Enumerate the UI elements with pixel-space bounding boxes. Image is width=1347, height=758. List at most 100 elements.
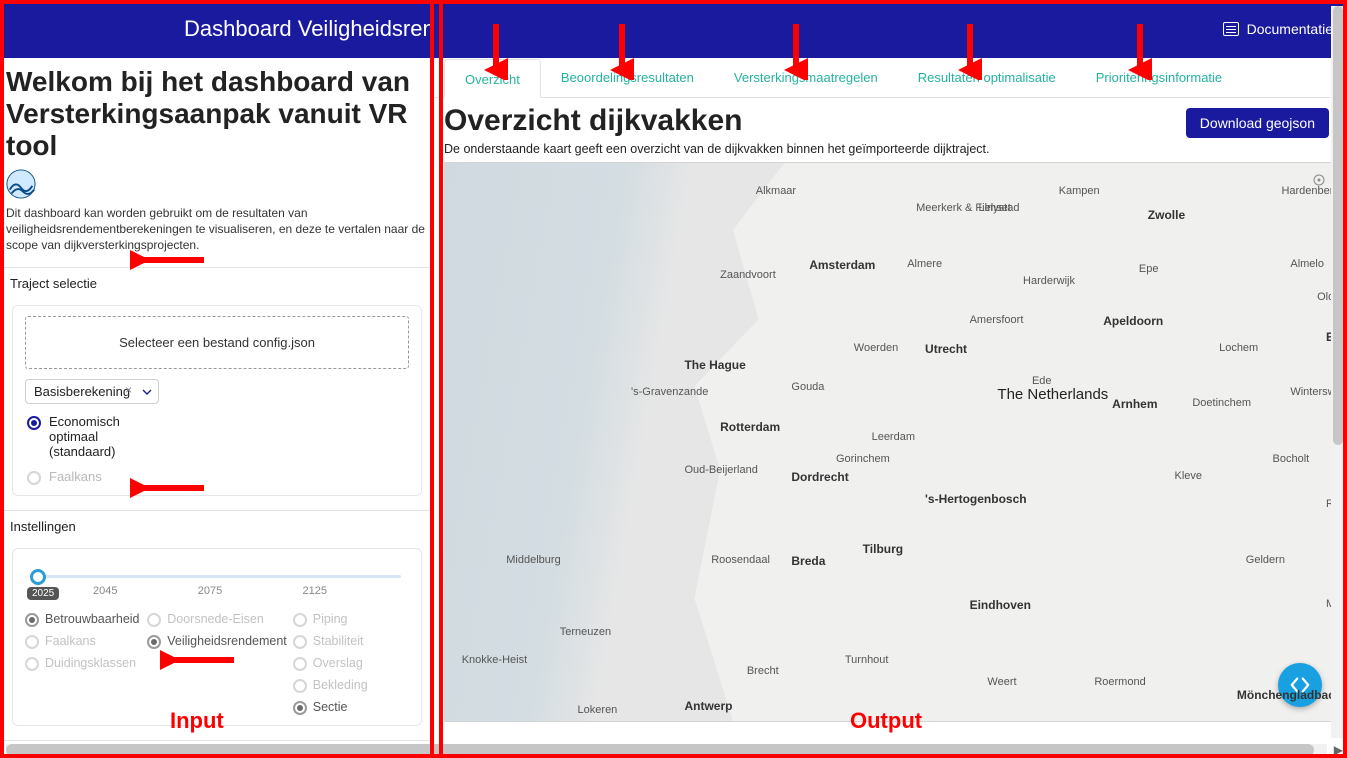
city-label: Winterswijk [1290,386,1337,398]
city-label: Turnhout [845,654,889,666]
output-panel: Documentatie Overzicht Beoordelingsresul… [434,0,1347,758]
slider-marks: 2045 2075 2125 [27,585,407,597]
city-label: Epe [1139,263,1159,275]
city-label: Roosendaal [711,554,770,566]
city-label: Amsterdam [809,258,875,272]
map-land [694,163,1336,721]
city-label: Middelburg [506,554,560,566]
city-label: Dordrecht [791,470,848,484]
radio-dot-icon [293,635,307,649]
radio-dot-icon [293,679,307,693]
city-label: Zwolle [1148,208,1185,222]
city-label: Eindhoven [970,598,1031,612]
city-label: Mönchengladbach [1237,688,1337,702]
section-header-instellingen[interactable]: Instellingen [0,510,434,542]
welcome-heading: Welkom bij het dashboard van Versterking… [0,66,434,199]
tab-beoordelingsresultaten[interactable]: Beoordelingsresultaten [541,58,714,97]
city-label: Almere [907,258,942,270]
city-label: Lelystad [979,202,1020,214]
city-label: Lokeren [578,704,618,716]
city-label: Woerden [854,342,898,354]
city-label: Hardenberg [1281,185,1337,197]
document-icon [1223,22,1239,36]
city-label: Harderwijk [1023,275,1075,287]
city-label: Terneuzen [560,626,611,638]
country-label: The Netherlands [997,386,1108,403]
opt-doorsnede-eisen[interactable]: Doorsnede-Eisen [147,611,287,627]
slider-mark: 2125 [303,585,327,597]
city-label: Ede [1032,375,1052,387]
section-header-maatregelen[interactable]: Maatregelen optimalisatie [0,740,434,742]
city-label: Tilburg [863,542,903,556]
slider-thumb[interactable] [30,569,46,585]
radio-faalkans[interactable]: Faalkans [27,469,409,485]
radio-dot-icon [147,635,161,649]
opt-stabiliteit[interactable]: Stabiliteit [293,633,409,649]
section-header-traject[interactable]: Traject selectie [0,267,434,299]
radio-economisch-optimaal[interactable]: Economisch optimaal (standaard) [27,414,409,459]
city-label: Lochem [1219,342,1258,354]
city-label: Antwerp [684,699,732,713]
radio-dot-icon [293,613,307,627]
horizontal-scrollbar[interactable]: ▶ [6,744,1327,756]
radio-dot-icon [293,701,307,715]
opt-overslag[interactable]: Overslag [293,655,409,671]
page-subtitle: De onderstaande kaart geeft een overzich… [444,142,1337,156]
city-label: Leerdam [872,431,915,443]
tab-prioriteringsinformatie[interactable]: Prioriteringsinformatie [1076,58,1242,97]
input-panel: Dashboard Veiligheidsrendement Welkom bi… [0,0,434,758]
city-label: Knokke-Heist [462,654,527,666]
documentation-label: Documentatie [1247,21,1333,37]
calculation-select-value: Basisberekening [34,384,130,399]
calculation-select[interactable]: Basisberekening × [25,379,159,404]
opt-betrouwbaarheid[interactable]: Betrouwbaarheid [25,611,141,627]
radio-dot-icon [27,416,41,430]
documentation-link[interactable]: Documentatie [1223,21,1333,37]
slider-mark: 2075 [198,585,222,597]
map-view[interactable]: The Netherlands Alkmaar Zaandvoort Amsterd… [444,162,1337,722]
opt-veiligheidsrendement[interactable]: Veiligheidsrendement [147,633,287,649]
opt-faalkans[interactable]: Faalkans [25,633,141,649]
slider-mark: 2045 [93,585,117,597]
city-label: Kleve [1175,470,1203,482]
radio-dot-icon [25,635,39,649]
radio-dot-icon [25,613,39,627]
city-label: Almelo [1290,258,1324,270]
options-grid: Betrouwbaarheid Doorsnede-Eisen Piping F… [25,611,409,715]
city-label: Doetinchem [1192,397,1251,409]
instellingen-card: 2025 2045 2075 2125 Betrouwbaarheid Door… [12,548,422,726]
header-bar-left: Dashboard Veiligheidsrendement [0,0,434,58]
city-label: Rotterdam [720,420,780,434]
vertical-scrollbar[interactable] [1331,6,1345,738]
city-label: Apeldoorn [1103,314,1163,328]
radio-dot-icon [27,471,41,485]
clear-select-icon[interactable]: × [125,383,132,397]
city-label: Gorinchem [836,453,890,465]
city-label: Breda [791,554,825,568]
tab-resultaten-optimalisatie[interactable]: Resultaten optimalisatie [898,58,1076,97]
opt-sectie[interactable]: Sectie [293,699,409,715]
slider-track [33,575,401,578]
opt-duidingsklassen[interactable]: Duidingsklassen [25,655,141,671]
year-slider[interactable]: 2025 2045 2075 2125 [27,563,407,603]
welcome-heading-text: Welkom bij het dashboard van Versterking… [6,66,428,163]
city-label: Geldern [1246,554,1285,566]
config-file-dropzone[interactable]: Selecteer een bestand config.json [25,316,409,369]
welcome-description: Dit dashboard kan worden gebruikt om de … [0,205,434,254]
tab-bar: Overzicht Beoordelingsresultaten Verster… [434,58,1347,98]
city-label: Zaandvoort [720,269,776,281]
opt-piping[interactable]: Piping [293,611,409,627]
city-label: Arnhem [1112,397,1157,411]
download-geojson-button[interactable]: Download geojson [1186,108,1329,138]
city-label: Brecht [747,665,779,677]
opt-bekleding[interactable]: Bekleding [293,677,409,693]
header-bar-right: Documentatie [434,0,1347,58]
city-label: 's-Hertogenbosch [925,492,1027,506]
radio-dot-icon [293,657,307,671]
city-label: Roermond [1094,676,1145,688]
city-label: Alkmaar [756,185,796,197]
tab-overzicht[interactable]: Overzicht [444,59,541,98]
city-label: Bocholt [1273,453,1310,465]
city-label: Weert [987,676,1016,688]
tab-versterkingsmaatregelen[interactable]: Versterkingsmaatregelen [714,58,898,97]
